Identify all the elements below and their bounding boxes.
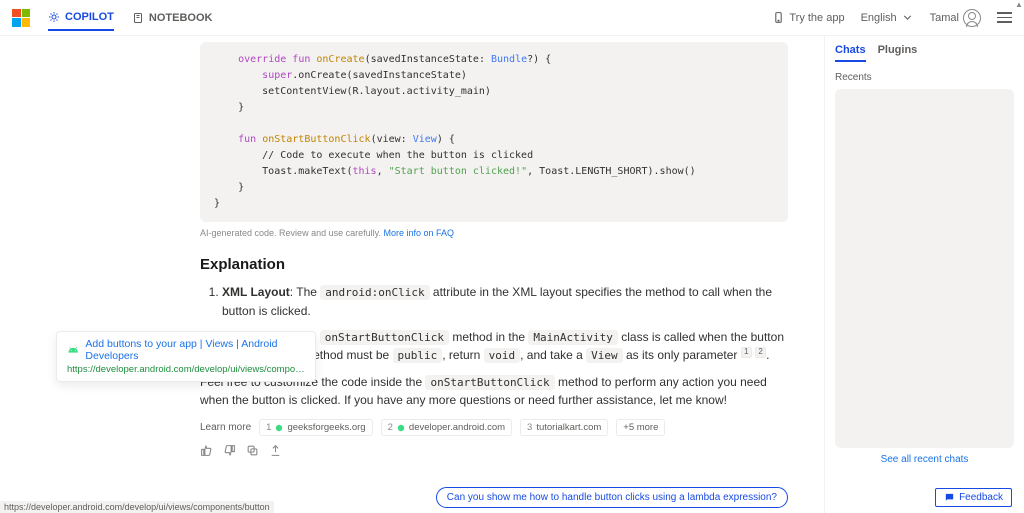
user-name: Tamal	[930, 12, 959, 24]
top-tabs: COPILOT NOTEBOOK	[48, 5, 212, 31]
explanation-heading: Explanation	[200, 256, 788, 273]
recents-heading: Recents	[835, 72, 1014, 83]
code-view: View	[586, 348, 623, 363]
code-block[interactable]: override fun onCreate(savedInstanceState…	[200, 42, 788, 222]
topbar: COPILOT NOTEBOOK Try the app English Tam…	[0, 0, 1024, 36]
source-tooltip: Add buttons to your app | Views | Androi…	[56, 331, 316, 382]
suggestion-chip-1[interactable]: Can you show me how to handle button cli…	[436, 487, 788, 508]
right-panel-tabs: Chats Plugins	[835, 44, 1014, 62]
code-mainactivity: MainActivity	[528, 330, 617, 345]
rp-tab-plugins[interactable]: Plugins	[878, 44, 918, 62]
statusbar-url: https://developer.android.com/develop/ui…	[0, 501, 274, 513]
expl1-bold: XML Layout	[222, 285, 290, 299]
learn-more-row: Learn more 1geeksforgeeks.org 2developer…	[200, 419, 788, 436]
source-chip-3[interactable]: 3tutorialkart.com	[520, 419, 608, 436]
language-select[interactable]: English	[861, 11, 914, 24]
main-content: override fun onCreate(savedInstanceState…	[0, 36, 824, 513]
scroll-up-arrow[interactable]: ▲	[1014, 0, 1024, 10]
explanation-item-1: XML Layout: The android:onClick attribut…	[222, 283, 788, 320]
tooltip-url: https://developer.android.com/develop/ui…	[67, 364, 305, 375]
message-feedback-row	[200, 444, 788, 457]
copy-icon[interactable]	[246, 444, 259, 457]
ai-faq-link[interactable]: More info on FAQ	[383, 228, 454, 238]
copilot-icon	[48, 11, 60, 23]
source-chip-2[interactable]: 2developer.android.com	[381, 419, 512, 436]
code-void: void	[484, 348, 521, 363]
user-menu[interactable]: Tamal	[930, 9, 981, 27]
source-chip-1[interactable]: 1geeksforgeeks.org	[259, 419, 372, 436]
tab-notebook-label: NOTEBOOK	[149, 12, 213, 24]
mobile-icon	[772, 11, 785, 24]
tooltip-title: Add buttons to your app | Views | Androi…	[85, 338, 305, 362]
microsoft-logo[interactable]	[12, 9, 30, 27]
see-all-chats-link[interactable]: See all recent chats	[835, 454, 1014, 465]
site-icon	[275, 424, 283, 432]
menu-button[interactable]	[997, 12, 1012, 23]
thumbs-down-icon[interactable]	[223, 444, 236, 457]
try-app-link[interactable]: Try the app	[772, 11, 844, 24]
feedback-icon	[944, 492, 955, 503]
try-app-label: Try the app	[789, 12, 844, 24]
android-icon	[67, 343, 79, 357]
avatar-icon	[963, 9, 981, 27]
right-panel: Chats Plugins Recents See all recent cha…	[824, 36, 1024, 513]
code-onstart: onStartButtonClick	[320, 330, 449, 345]
ai-disclaimer: AI-generated code. Review and use carefu…	[200, 228, 788, 238]
tab-copilot[interactable]: COPILOT	[48, 5, 114, 31]
feedback-button[interactable]: Feedback	[935, 488, 1012, 507]
source-chip-more[interactable]: +5 more	[616, 419, 665, 436]
learn-more-label: Learn more	[200, 422, 251, 433]
tab-notebook[interactable]: NOTEBOOK	[132, 5, 213, 31]
chevron-down-icon	[901, 11, 914, 24]
android-icon	[397, 424, 405, 432]
code-android-onclick: android:onClick	[320, 285, 429, 300]
export-icon[interactable]	[269, 444, 282, 457]
rp-tab-chats[interactable]: Chats	[835, 44, 866, 62]
language-label: English	[861, 12, 897, 24]
thumbs-up-icon[interactable]	[200, 444, 213, 457]
code-public: public	[393, 348, 443, 363]
code-onstart-2: onStartButtonClick	[425, 375, 554, 390]
suggestions-row: Can you show me how to handle button cli…	[200, 487, 788, 513]
citation-2[interactable]: 2	[755, 347, 766, 358]
tab-copilot-label: COPILOT	[65, 11, 114, 23]
citation-1[interactable]: 1	[741, 347, 752, 358]
notebook-icon	[132, 12, 144, 24]
feedback-label: Feedback	[959, 492, 1003, 503]
recents-placeholder	[835, 89, 1014, 448]
ai-note-text: AI-generated code. Review and use carefu…	[200, 228, 381, 238]
